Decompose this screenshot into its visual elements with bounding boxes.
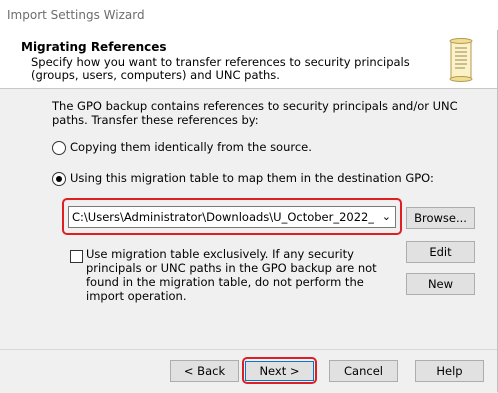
page-title: Migrating References <box>21 40 167 54</box>
wizard-header: Migrating References Specify how you wan… <box>0 30 498 89</box>
window-title: Import Settings Wizard <box>7 8 145 22</box>
migration-table-path-combo[interactable]: C:\Users\Administrator\Downloads\U_Octob… <box>68 206 396 228</box>
radio-migration-table-label[interactable]: Using this migration table to map them i… <box>70 171 434 185</box>
use-exclusively-checkbox[interactable] <box>70 250 83 263</box>
chevron-down-icon[interactable]: ⌄ <box>382 210 391 223</box>
wizard-content: The GPO backup contains references to se… <box>0 89 498 349</box>
new-button[interactable]: New <box>406 273 475 295</box>
page-description: Specify how you want to transfer referen… <box>31 55 410 82</box>
edit-button[interactable]: Edit <box>406 241 475 263</box>
intro-text: The GPO backup contains references to se… <box>52 99 458 127</box>
scroll-icon <box>449 38 473 82</box>
back-button[interactable]: < Back <box>170 360 239 382</box>
cancel-button[interactable]: Cancel <box>329 360 398 382</box>
radio-use-migration-table[interactable] <box>52 172 66 186</box>
use-exclusively-label[interactable]: Use migration table exclusively. If any … <box>86 247 396 303</box>
radio-copy-identically[interactable] <box>52 141 66 155</box>
radio-copy-label[interactable]: Copying them identically from the source… <box>70 140 312 154</box>
title-bar: Import Settings Wizard <box>0 0 498 30</box>
highlight-next-button <box>242 357 317 384</box>
help-button[interactable]: Help <box>415 360 484 382</box>
migration-table-path: C:\Users\Administrator\Downloads\U_Octob… <box>72 210 374 224</box>
browse-button[interactable]: Browse... <box>406 207 475 229</box>
